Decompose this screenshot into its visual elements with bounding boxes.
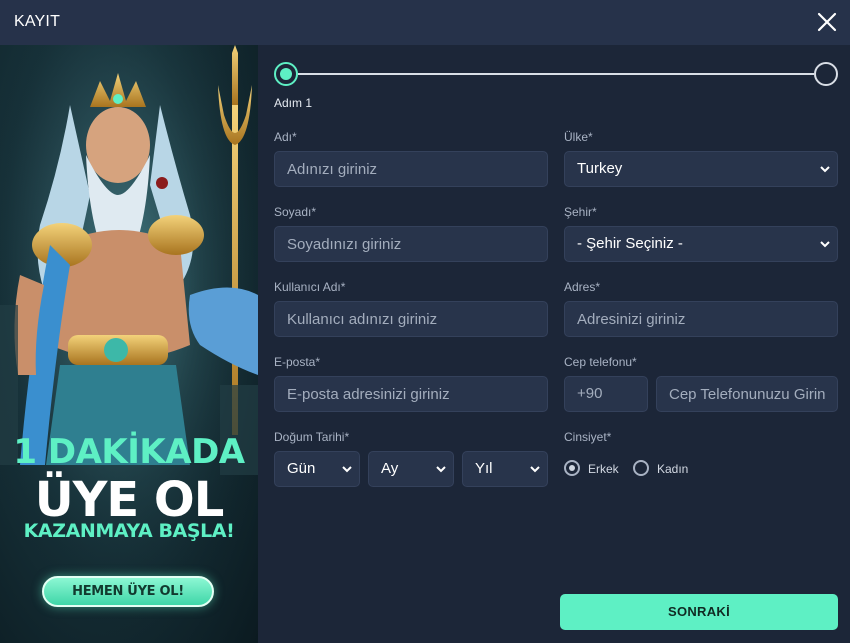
city-label: Şehir*: [564, 205, 597, 219]
last-name-input[interactable]: [274, 226, 548, 262]
city-select[interactable]: - Şehir Seçiniz -: [564, 226, 838, 262]
chevron-down-icon: [820, 241, 830, 248]
step-progress-line: [298, 73, 814, 75]
banner-headline-line3: KAZANMAYA BAŞLA!: [23, 520, 235, 542]
first-name-input[interactable]: [274, 151, 548, 187]
poseidon-illustration: [0, 45, 258, 643]
gender-label: Cinsiyet*: [564, 430, 612, 444]
chevron-down-icon: [436, 466, 446, 473]
birth-month-value: Ay: [381, 460, 399, 477]
next-button[interactable]: SONRAKİ: [560, 594, 838, 630]
country-label: Ülke*: [564, 130, 593, 144]
chevron-down-icon: [342, 466, 352, 473]
gender-female-label: Kadın: [657, 462, 689, 476]
address-input[interactable]: [564, 301, 838, 337]
phone-input[interactable]: [656, 376, 838, 412]
first-name-label: Adı*: [274, 130, 297, 144]
phone-label: Cep telefonu*: [564, 355, 637, 369]
chevron-down-icon: [530, 466, 540, 473]
gender-male-radio[interactable]: [564, 460, 580, 476]
country-select[interactable]: Turkey: [564, 151, 838, 187]
gender-male-label: Erkek: [588, 462, 619, 476]
address-label: Adres*: [564, 280, 601, 294]
birth-year-select[interactable]: Yıl: [462, 451, 548, 487]
banner-headline-line1: 1 DAKİKADA: [13, 432, 245, 472]
username-input[interactable]: [274, 301, 548, 337]
country-value: Turkey: [577, 160, 623, 177]
birth-year-value: Yıl: [475, 460, 493, 477]
birth-day-select[interactable]: Gün: [274, 451, 360, 487]
step-1-indicator: [274, 62, 298, 86]
banner-signup-button[interactable]: HEMEN ÜYE OL!: [42, 576, 214, 607]
email-label: E-posta*: [274, 355, 321, 369]
phone-country-code[interactable]: +90: [564, 376, 648, 412]
birth-date-label: Doğum Tarihi*: [274, 430, 350, 444]
step-label: Adım 1: [274, 96, 313, 110]
birth-month-select[interactable]: Ay: [368, 451, 454, 487]
step-2-indicator: [814, 62, 838, 86]
last-name-label: Soyadı*: [274, 205, 317, 219]
promo-banner: 1 DAKİKADA ÜYE OL KAZANMAYA BAŞLA! HEMEN…: [0, 45, 258, 643]
chevron-down-icon: [820, 166, 830, 173]
city-value: - Şehir Seçiniz -: [577, 235, 683, 252]
username-label: Kullanıcı Adı*: [274, 280, 346, 294]
close-icon[interactable]: [814, 9, 840, 35]
email-input[interactable]: [274, 376, 548, 412]
modal-title: KAYIT: [14, 13, 61, 30]
gender-female-radio[interactable]: [633, 460, 649, 476]
modal-header: KAYIT: [0, 0, 850, 45]
birth-day-value: Gün: [287, 460, 316, 477]
